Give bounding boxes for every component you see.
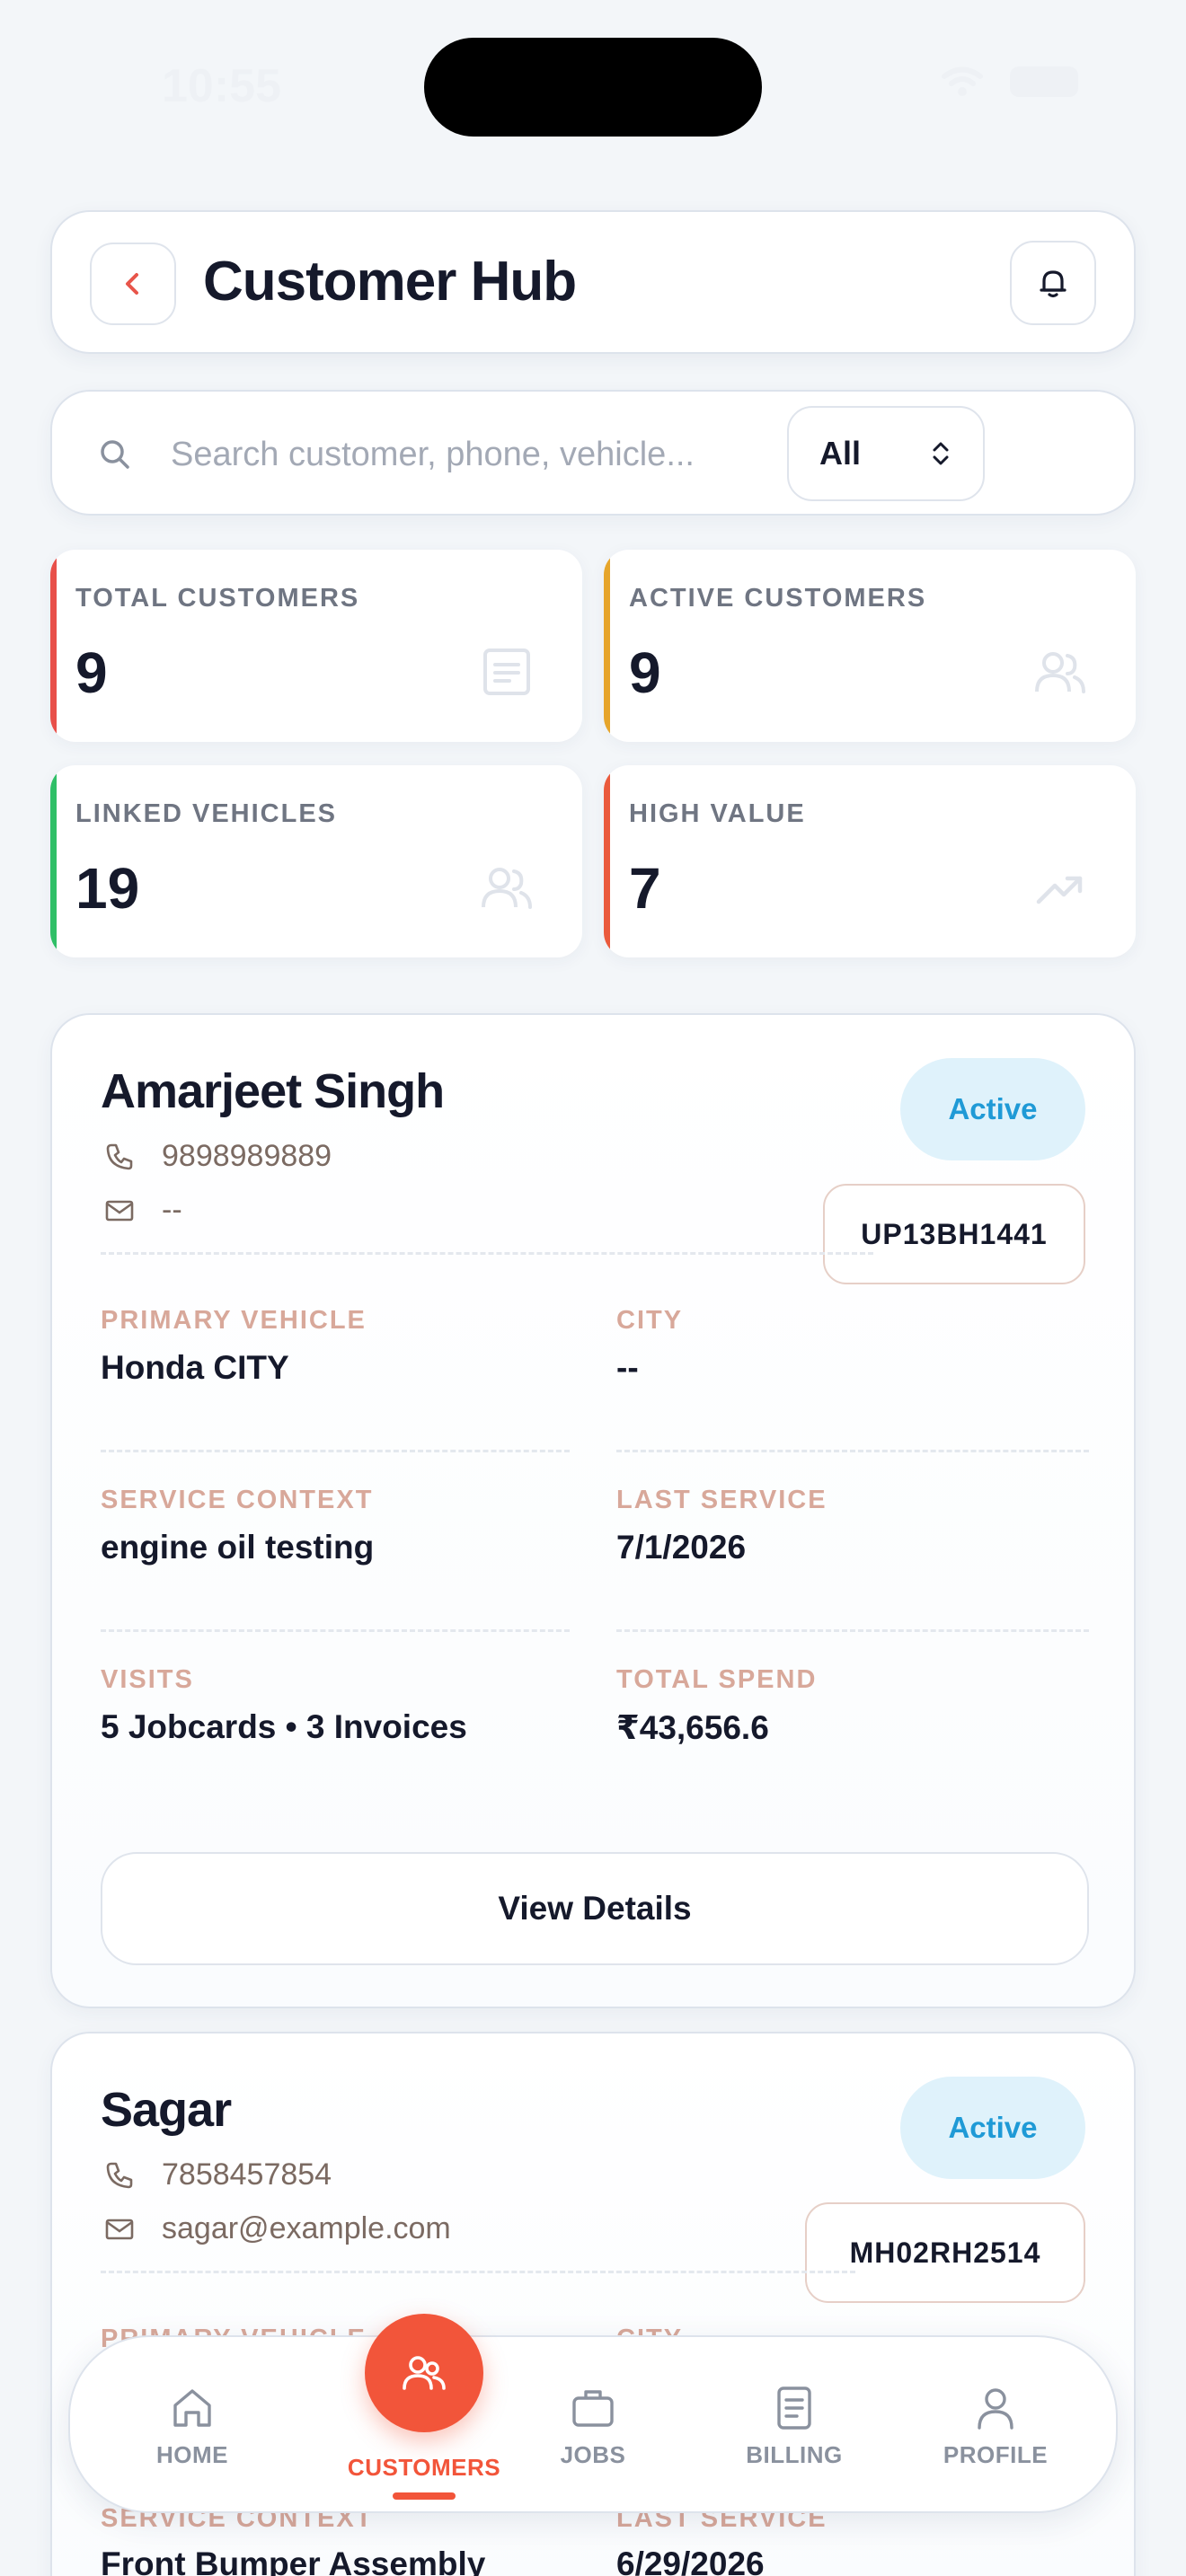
stat-active-customers: ACTIVE CUSTOMERS 9 — [604, 550, 1136, 742]
city: -- — [616, 1349, 639, 1386]
nav-customers[interactable]: CUSTOMERS — [334, 2314, 514, 2500]
screen: 10:55 Customer Hub Search customer, phon… — [0, 0, 1186, 2576]
last-service: 7/1/2026 — [616, 1529, 747, 1566]
view-details-button[interactable]: View Details — [101, 1852, 1089, 1965]
field-label: CITY — [616, 1306, 684, 1335]
active-indicator — [393, 2492, 456, 2500]
search-bar: All — [50, 390, 1136, 516]
phone-icon — [106, 2162, 133, 2188]
field-label: SERVICE CONTEXT — [101, 1486, 374, 1514]
customer-email: sagar@example.com — [104, 2211, 451, 2246]
customer-phone: 9898989889 — [104, 1139, 332, 1174]
visits: 5 Jobcards • 3 Invoices — [101, 1708, 467, 1745]
divider — [101, 1450, 570, 1452]
divider — [616, 1629, 1089, 1632]
service-context: Front Bumper Assembly — [101, 2545, 486, 2576]
stat-label: HIGH VALUE — [629, 799, 806, 828]
nav-profile-label: PROFILE — [943, 2441, 1049, 2468]
stat-linked-vehicles: LINKED VEHICLES 19 — [50, 765, 582, 957]
stat-label: TOTAL CUSTOMERS — [75, 584, 360, 613]
customer-email: -- — [104, 1193, 182, 1228]
customer-email-text: sagar@example.com — [162, 2211, 451, 2245]
mail-icon — [105, 2219, 134, 2239]
battery-icon — [1010, 66, 1078, 97]
mail-icon — [105, 1200, 134, 1221]
field-label: PRIMARY VEHICLE — [101, 1306, 367, 1335]
nav-jobs-label: JOBS — [560, 2441, 626, 2468]
service-context: engine oil testing — [101, 1529, 375, 1566]
status-time: 10:55 — [162, 60, 281, 112]
nav-jobs[interactable]: JOBS — [503, 2384, 683, 2469]
divider — [101, 2271, 855, 2273]
back-button[interactable] — [90, 243, 176, 325]
dynamic-island — [424, 38, 762, 137]
stat-label: ACTIVE CUSTOMERS — [629, 584, 927, 613]
status-icons — [942, 66, 1078, 97]
bell-icon — [1040, 270, 1067, 298]
last-service: 6/29/2026 — [616, 2545, 765, 2576]
wifi-icon — [942, 66, 983, 96]
stat-accent-bar — [604, 550, 610, 742]
primary-vehicle: Honda CITY — [101, 1349, 289, 1386]
nav-billing[interactable]: BILLING — [704, 2384, 884, 2469]
nav-profile[interactable]: PROFILE — [906, 2384, 1085, 2469]
stat-value: 9 — [629, 640, 661, 705]
divider — [101, 1629, 570, 1632]
stat-accent-bar — [50, 765, 57, 957]
customer-card: Amarjeet Singh 9898989889 -- Active UP13… — [50, 1013, 1136, 2008]
user-icon — [978, 2388, 1013, 2430]
notifications-button[interactable] — [1010, 241, 1096, 325]
nav-home-label: HOME — [156, 2441, 228, 2468]
search-input[interactable] — [171, 419, 800, 490]
stat-value: 7 — [629, 856, 661, 921]
field-label: VISITS — [101, 1665, 194, 1694]
users-icon — [1035, 652, 1085, 693]
briefcase-icon — [572, 2390, 614, 2427]
status-badge: Active — [900, 1058, 1085, 1160]
bottom-nav: HOME CUSTOMERS JOBS BILLING PROFILE — [68, 2314, 1118, 2513]
vehicle-plate: UP13BH1441 — [823, 1184, 1085, 1284]
stat-total-customers: TOTAL CUSTOMERS 9 — [50, 550, 582, 742]
stat-accent-bar — [604, 765, 610, 957]
header-card: Customer Hub — [50, 210, 1136, 354]
divider — [101, 1252, 873, 1255]
customer-phone-text: 9898989889 — [162, 1139, 332, 1173]
stat-value: 9 — [75, 640, 108, 705]
divider — [616, 1450, 1089, 1452]
customer-phone-text: 7858457854 — [162, 2157, 332, 2192]
stat-accent-bar — [50, 550, 57, 742]
filter-select[interactable]: All — [787, 406, 985, 501]
home-icon — [173, 2389, 211, 2427]
status-badge: Active — [900, 2077, 1085, 2179]
users-icon — [482, 868, 532, 909]
stat-high-value: HIGH VALUE 7 — [604, 765, 1136, 957]
nav-customers-label: CUSTOMERS — [347, 2454, 501, 2481]
field-label: TOTAL SPEND — [616, 1665, 818, 1694]
stat-value: 19 — [75, 856, 140, 921]
users-icon — [403, 2356, 446, 2390]
receipt-icon — [777, 2386, 811, 2430]
nav-billing-label: BILLING — [746, 2441, 843, 2468]
customer-name: Amarjeet Singh — [101, 1064, 445, 1118]
phone-icon — [106, 1143, 133, 1169]
chevron-left-icon — [126, 273, 138, 295]
nav-home[interactable]: HOME — [102, 2384, 282, 2469]
customer-name: Sagar — [101, 2083, 232, 2137]
vehicle-plate: MH02RH2514 — [805, 2202, 1085, 2303]
document-icon — [483, 648, 530, 695]
total-spend: ₹43,656.6 — [616, 1709, 769, 1746]
customers-fab[interactable] — [365, 2314, 483, 2432]
trending-up-icon — [1036, 876, 1083, 904]
chevron-updown-icon — [933, 442, 949, 465]
field-label: LAST SERVICE — [616, 1486, 828, 1514]
page-title: Customer Hub — [203, 251, 577, 313]
customer-phone: 7858457854 — [104, 2157, 332, 2192]
filter-value: All — [819, 435, 862, 472]
stat-label: LINKED VEHICLES — [75, 799, 338, 828]
search-icon — [101, 440, 129, 469]
customer-email-text: -- — [162, 1193, 182, 1227]
